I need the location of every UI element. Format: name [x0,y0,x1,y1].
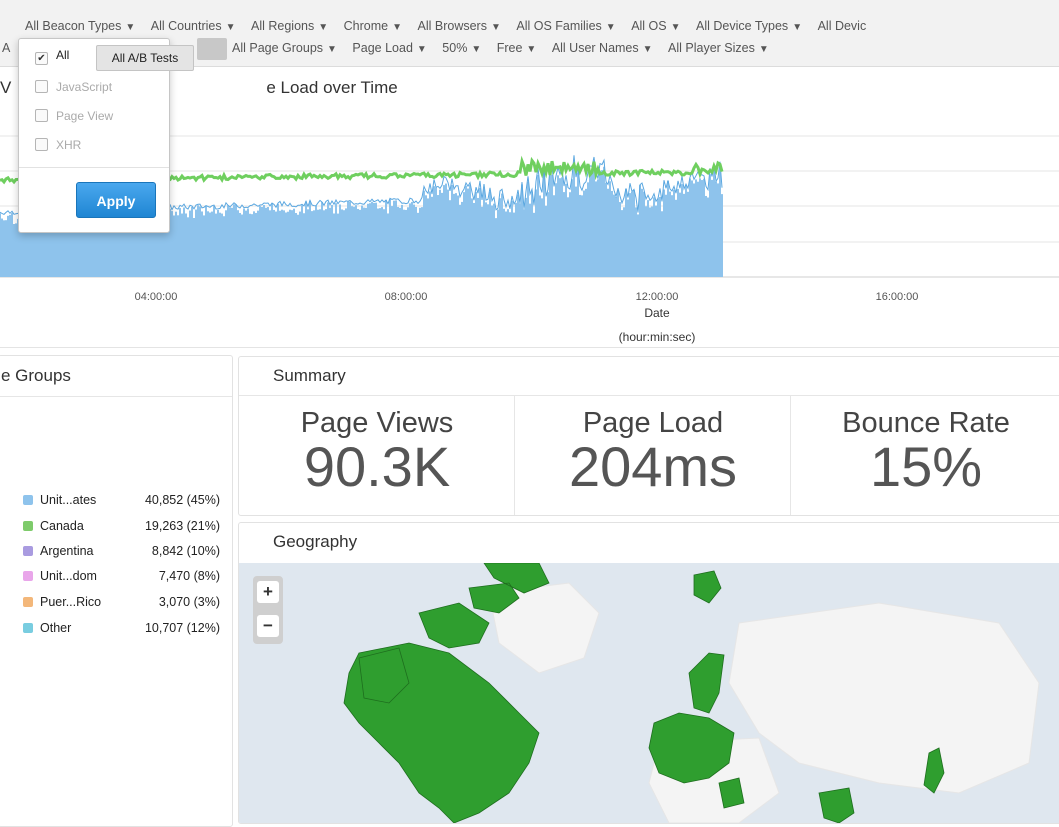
checkbox-icon[interactable] [35,109,48,122]
filter-row-1: All Beacon Types ▼ All Countries ▼ All Reg… [25,19,878,33]
legend-item[interactable]: Unit...ates 40,852 (45%) [23,493,228,507]
metric-page-load: Page Load 204ms [515,395,791,515]
legend-item[interactable]: Puer...Rico 3,070 (3%) [23,595,228,609]
metric-value: 204ms [568,435,738,498]
x-axis-sublabel: (hour:min:sec) [618,330,696,344]
legend-swatch [23,623,33,633]
metric-bounce-rate: Bounce Rate 15% [791,395,1059,515]
panel-header-divider [0,396,232,397]
caret-down-icon: ▼ [605,22,616,33]
x-axis-label: Date [644,306,670,320]
legend-swatch [23,495,33,505]
x-tick-label: 16:00:00 [875,291,919,303]
caret-down-icon: ▼ [225,22,236,33]
option-xhr[interactable]: XHR [35,138,81,152]
filter-page-groups[interactable]: All Page Groups ▼ [232,41,337,55]
x-tick-label: 08:00:00 [384,291,428,303]
filter-regions[interactable]: All Regions ▼ [251,19,328,33]
ab-tests-filter-button[interactable] [197,38,227,60]
apply-button[interactable]: Apply [76,182,156,218]
geography-panel: Geography + − [238,522,1059,824]
filter-percentile[interactable]: 50% ▼ [442,41,481,55]
legend-swatch [23,597,33,607]
map-zoom-controls: + − [253,576,283,644]
legend-item[interactable]: Canada 19,263 (21%) [23,519,228,533]
legend-swatch [23,571,33,581]
metric-value: 15% [869,435,983,498]
panel-title: Summary [273,366,346,385]
option-page-view[interactable]: Page View [35,109,113,123]
caret-down-icon: ▼ [490,22,501,33]
filter-beacon-types[interactable]: All Beacon Types ▼ [25,19,135,33]
legend-item[interactable]: Unit...dom 7,470 (8%) [23,569,228,583]
caret-down-icon: ▼ [392,22,403,33]
dropdown-divider [19,167,169,168]
caret-down-icon: ▼ [416,44,427,55]
filter-player-sizes[interactable]: All Player Sizes ▼ [668,41,769,55]
checkbox-checked-icon[interactable]: ✔ [35,52,48,65]
legend-swatch [23,546,33,556]
zoom-out-button[interactable]: − [257,615,279,637]
filter-plan[interactable]: Free ▼ [497,41,537,55]
filter-row-2: All Page Groups ▼ Page Load ▼ 50% ▼ Free ▼ A… [232,41,781,55]
page-groups-panel: e Groups Unit...ates 40,852 (45%) Canada 1… [0,355,233,827]
filter-browsers[interactable]: All Browsers ▼ [418,19,501,33]
legend-item[interactable]: Other 10,707 (12%) [23,621,228,635]
section-divider [0,347,1059,348]
metric-value: 90.3K [303,435,451,498]
caret-down-icon: ▼ [318,22,329,33]
legend-swatch [23,521,33,531]
filter-countries[interactable]: All Countries ▼ [151,19,236,33]
zoom-in-button[interactable]: + [257,581,279,603]
caret-down-icon: ▼ [792,22,803,33]
world-map[interactable] [239,563,1059,823]
caret-down-icon: ▼ [327,44,337,55]
legend-item[interactable]: Argentina 8,842 (10%) [23,544,228,558]
checkbox-icon[interactable] [35,80,48,93]
caret-down-icon: ▼ [125,22,136,33]
x-tick-label: 04:00:00 [134,291,178,303]
filter-os[interactable]: All OS ▼ [631,19,680,33]
filter-device-types[interactable]: All Device Types ▼ [696,19,802,33]
checkbox-icon[interactable] [35,138,48,151]
summary-panel: Summary Page Views 90.3K Page Load 204ms… [238,356,1059,516]
map-country-middle-east[interactable] [718,777,745,809]
caret-down-icon: ▼ [758,44,769,55]
caret-down-icon: ▼ [471,44,482,55]
filter-browser-family[interactable]: Chrome ▼ [344,19,402,33]
ab-tests-tooltip: All A/B Tests [96,45,194,71]
filter-timer[interactable]: Page Load ▼ [352,41,426,55]
panel-title: Geography [273,532,358,551]
metric-page-views: Page Views 90.3K [239,395,515,515]
caret-down-icon: ▼ [642,44,653,55]
filter-devices[interactable]: All Devic [818,19,867,33]
filter-user-names[interactable]: All User Names ▼ [552,41,653,55]
option-javascript[interactable]: JavaScript [35,80,112,94]
panel-title: e Groups [1,366,71,385]
caret-down-icon: ▼ [526,44,537,55]
filter-os-families[interactable]: All OS Families ▼ [516,19,615,33]
caret-down-icon: ▼ [670,22,681,33]
filter-partial-label[interactable]: A [2,41,10,55]
x-tick-label: 12:00:00 [635,291,679,303]
option-all[interactable]: ✔ All [35,48,69,65]
